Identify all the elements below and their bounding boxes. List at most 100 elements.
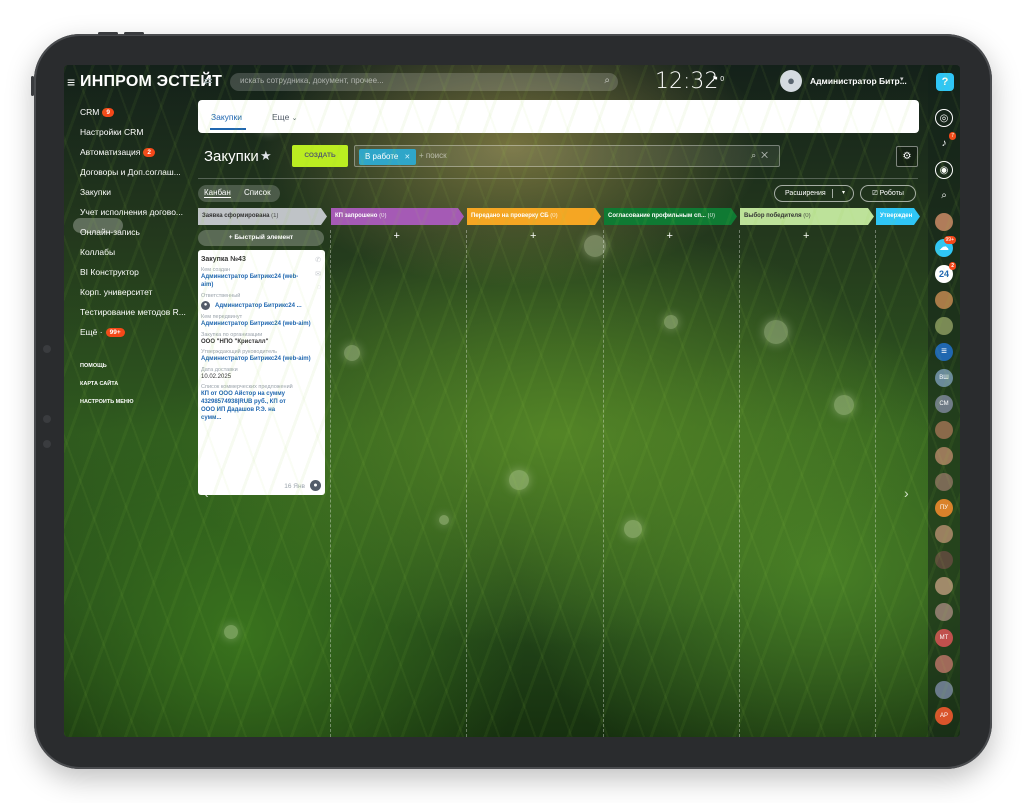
bell-icon[interactable]: ♪ 7 — [935, 132, 956, 153]
divider — [198, 178, 918, 179]
brand-logo[interactable]: ИНПРОМ ЭСТЕЙТ — [80, 73, 222, 91]
add-item-icon[interactable]: + — [803, 230, 809, 242]
avatar[interactable] — [935, 681, 953, 699]
chevron-left-icon[interactable]: ‹ — [204, 485, 209, 501]
sidebar-item[interactable]: Договоры и Доп.соглаш... — [80, 167, 181, 177]
add-item-icon[interactable]: + — [530, 230, 536, 242]
avatar[interactable]: ≡ — [935, 343, 953, 361]
clock[interactable]: 12:32 — [655, 69, 718, 94]
kanban-stage-header[interactable]: Передано на проверку СБ (0) — [467, 208, 601, 225]
search-icon[interactable]: ⌕ — [604, 75, 610, 86]
help-icon[interactable]: ? — [936, 73, 954, 91]
view-kanban[interactable]: Канбан — [204, 188, 231, 198]
card-created-by[interactable]: Администратор Битрикс24 (web-aim) — [201, 273, 309, 289]
extensions-button[interactable]: Расширения ▾ — [774, 185, 854, 202]
card-responsible-name[interactable]: Администратор Битрикс24 ... — [215, 302, 302, 310]
view-list[interactable]: Список — [244, 188, 271, 197]
filter-chip[interactable]: В работе ✕ — [359, 149, 417, 165]
chevron-down-icon: ⌄ — [291, 115, 298, 122]
card-title[interactable]: Закупка №43 — [201, 256, 322, 263]
sidebar-item[interactable]: Настройки CRM — [80, 127, 143, 137]
kanban-card[interactable]: Закупка №43 ✆ ✉ ◌ Кем создан Администрат… — [198, 250, 325, 495]
column-divider — [603, 230, 604, 737]
mail-icon[interactable]: ✉ — [315, 270, 321, 278]
card-responsible[interactable]: ● Администратор Битрикс24 ... — [201, 301, 322, 310]
flag-counter[interactable]: ⚑ 0 — [712, 75, 724, 83]
global-search-input[interactable]: искать сотрудника, документ, прочее... ⌕ — [230, 73, 618, 91]
sidebar-item[interactable]: Корп. университет — [80, 287, 152, 297]
avatar-initials[interactable]: ВШ — [935, 369, 953, 387]
sidebar-item[interactable]: Автоматизация 2 — [80, 147, 156, 157]
gear-icon[interactable]: ⚙ — [896, 146, 918, 167]
card-offers[interactable]: КП от ООО Айстор на сумму 43298574938|RU… — [201, 390, 297, 422]
avatar[interactable]: ☁ 99+ — [935, 236, 956, 257]
avatar-initials[interactable]: ПУ — [935, 499, 953, 517]
chat-icon[interactable]: ◉ — [935, 161, 953, 179]
kanban-stage-header[interactable]: Выбор победителя (0) — [740, 208, 874, 225]
card-delivery-date: 10.02.2025 — [201, 374, 232, 380]
chevron-right-icon[interactable]: › — [904, 485, 909, 501]
avatar[interactable] — [935, 473, 953, 491]
avatar[interactable] — [935, 291, 953, 309]
avatar[interactable] — [935, 525, 953, 543]
chevron-down-icon[interactable]: ▾ — [842, 186, 845, 201]
sidebar-item[interactable]: Онлайн-запись — [80, 227, 140, 237]
sidebar-item[interactable]: Тестирование методов R... — [80, 307, 186, 317]
menu-icon[interactable]: ≡ — [67, 74, 75, 90]
sidebar-item[interactable]: Ещё · 99+ — [80, 327, 125, 337]
avatar-initials[interactable]: МТ — [935, 629, 953, 647]
pin-icon[interactable]: ⇄ — [204, 76, 212, 87]
avatar[interactable] — [935, 421, 953, 439]
sidebar-footer-link[interactable]: ПОМОЩЬ — [80, 363, 107, 369]
avatar[interactable] — [935, 577, 953, 595]
avatar[interactable] — [935, 551, 953, 569]
robots-button[interactable]: ⎚ Роботы — [860, 185, 916, 202]
bitrix24-icon[interactable]: 24 2 — [935, 262, 956, 283]
kanban-stage-header[interactable]: Согласование профильным сп... (0) — [604, 208, 737, 225]
user-name[interactable]: Администратор Битр... — [810, 76, 907, 86]
sidebar-footer-link[interactable]: КАРТА САЙТА — [80, 381, 118, 387]
tab-underline — [210, 128, 246, 130]
sidebar-item[interactable]: CRM 9 — [80, 107, 114, 117]
create-button[interactable]: СОЗДАТЬ — [292, 145, 348, 167]
sidebar-item-label: Настройки CRM — [80, 127, 144, 137]
kanban-stage-header[interactable]: Утвержден — [876, 208, 920, 225]
search-icon[interactable]: ⌕ — [751, 150, 761, 160]
camera-dot — [43, 415, 51, 423]
sidebar-item[interactable]: BI Конструктор — [80, 267, 139, 277]
tab-zakupki[interactable]: Закупки — [211, 112, 242, 122]
avatar[interactable]: ● — [310, 480, 321, 491]
copilot-icon[interactable]: ◎ — [935, 109, 953, 127]
avatar[interactable] — [935, 603, 953, 621]
sidebar-footer-link[interactable]: НАСТРОИТЬ МЕНЮ — [80, 399, 134, 405]
avatar[interactable] — [935, 447, 953, 465]
kanban-stage-header[interactable]: Заявка сформирована (1) — [198, 208, 327, 225]
chat-icon[interactable]: ◌ — [317, 284, 321, 291]
add-item-icon[interactable]: + — [667, 230, 673, 242]
add-item-icon[interactable]: + — [394, 230, 400, 242]
tab-more[interactable]: Еще ⌄ — [272, 112, 298, 122]
kanban-stage-header[interactable]: КП запрошено (0) — [331, 208, 464, 225]
avatar[interactable] — [935, 655, 953, 673]
stage-count: (0) — [707, 213, 715, 219]
star-icon[interactable]: ★ — [260, 148, 272, 164]
filter-search-input[interactable]: В работе ✕ + поиск ⌕✕ — [354, 145, 780, 167]
sidebar-item[interactable]: Учет исполнения догово... — [80, 207, 183, 217]
camera-dot — [43, 440, 51, 448]
card-approver[interactable]: Администратор Битрикс24 (web-aim) — [201, 355, 322, 363]
card-date: 16 Янв — [284, 483, 305, 490]
quick-add-button[interactable]: + Быстрый элемент — [198, 230, 324, 246]
phone-icon[interactable]: ✆ — [315, 256, 321, 264]
search-icon[interactable]: ⌕ — [935, 187, 953, 205]
avatar-initials[interactable]: АР — [935, 707, 953, 725]
chevron-down-icon[interactable]: ▾ — [900, 75, 904, 83]
card-transferred-by[interactable]: Администратор Битрикс24 (web-aim) — [201, 320, 322, 328]
user-avatar[interactable]: ● — [780, 70, 802, 92]
avatar-initials[interactable]: СМ — [935, 395, 953, 413]
close-icon[interactable]: ✕ — [404, 154, 410, 161]
sidebar-item[interactable]: Закупки — [80, 187, 111, 197]
close-icon[interactable]: ✕ — [761, 150, 773, 160]
avatar[interactable] — [935, 213, 953, 231]
avatar[interactable] — [935, 317, 953, 335]
sidebar-item[interactable]: Коллабы — [80, 247, 115, 257]
